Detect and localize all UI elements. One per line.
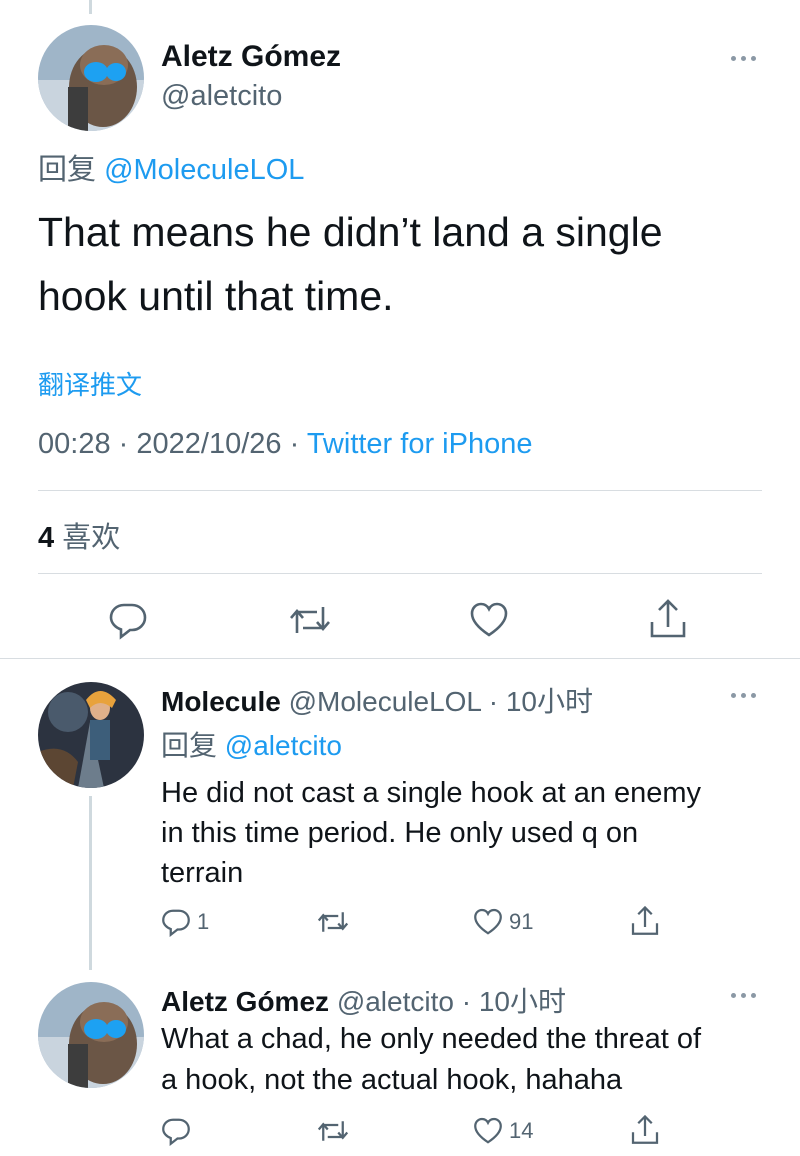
divider [38, 490, 762, 491]
more-icon[interactable] [731, 693, 756, 698]
reply-text-line: in this time period. He only used q on [161, 817, 639, 849]
reply-author-handle[interactable]: @aletcito [337, 986, 454, 1017]
likes-summary[interactable]: 4 喜欢 [38, 514, 120, 556]
tweet-source[interactable]: Twitter for iPhone [307, 428, 533, 460]
reply-context: 回复 @aletcito [161, 724, 342, 764]
author-handle[interactable]: @aletcito [161, 80, 282, 113]
avatar[interactable] [38, 982, 144, 1088]
tweet-text-line: That means he didn’t land a single [38, 209, 663, 255]
divider [38, 573, 762, 574]
avatar[interactable] [38, 682, 144, 788]
reply-text-line: What a chad, he only needed the threat o… [161, 1023, 702, 1055]
retweet-icon [290, 607, 330, 633]
like-count: 14 [509, 1118, 534, 1143]
reply-count: 1 [197, 909, 210, 934]
retweet-icon [317, 1121, 349, 1141]
reply-button[interactable]: 1 [161, 907, 209, 937]
translate-link[interactable]: 翻译推文 [38, 365, 142, 402]
reply-author-name[interactable]: Molecule [161, 686, 281, 717]
avatar-image [38, 982, 144, 1088]
reply-text-line: a hook, not the actual hook, hahaha [161, 1064, 623, 1096]
divider [0, 658, 800, 659]
reply-to-link[interactable]: @aletcito [225, 730, 342, 761]
reply-time[interactable]: · 10小时 [489, 686, 593, 717]
share-icon [650, 599, 686, 638]
reply-header: Molecule @MoleculeLOL · 10小时 [161, 680, 593, 720]
avatar-image [38, 25, 144, 131]
like-icon [474, 908, 502, 935]
reply-author-handle[interactable]: @MoleculeLOL [289, 686, 481, 717]
reply-context: 回复 @MoleculeLOL [38, 146, 304, 188]
reply-to-link[interactable]: @MoleculeLOL [104, 154, 304, 186]
share-icon [631, 905, 659, 935]
share-icon [631, 1114, 659, 1144]
retweet-icon [317, 912, 349, 932]
thread-line-top [89, 0, 92, 14]
reply-icon [109, 603, 147, 640]
share-button[interactable] [630, 1114, 660, 1146]
like-button[interactable]: 91 [473, 907, 533, 937]
like-button[interactable]: 14 [473, 1116, 533, 1146]
reply-header: Aletz Gómez @aletcito · 10小时 [161, 980, 566, 1020]
tweet-time[interactable]: 00:28 [38, 428, 111, 460]
reply-author-name[interactable]: Aletz Gómez [161, 986, 329, 1017]
reply-text: He did not cast a single hook at an enem… [161, 773, 701, 893]
thread-line [89, 796, 92, 970]
share-button[interactable] [648, 598, 688, 640]
share-button[interactable] [630, 905, 660, 937]
avatar-image [38, 682, 144, 788]
reply-button[interactable] [108, 600, 148, 640]
reply-icon [162, 909, 190, 937]
reply-text-line: terrain [161, 857, 244, 889]
reply-icon [162, 1118, 190, 1146]
avatar[interactable] [38, 25, 144, 131]
tweet-meta: 00:28 · 2022/10/26 · Twitter for iPhone [38, 428, 532, 461]
like-button[interactable] [469, 600, 509, 640]
tweet-text: That means he didn’t land a single hook … [38, 200, 663, 328]
retweet-button[interactable] [288, 600, 332, 640]
reply-prefix: 回复 [161, 730, 218, 761]
reply-time[interactable]: · 10小时 [462, 986, 566, 1017]
reply-prefix: 回复 [38, 154, 97, 186]
like-count: 91 [509, 909, 534, 934]
more-icon[interactable] [731, 993, 756, 998]
author-name[interactable]: Aletz Gómez [161, 40, 341, 74]
likes-count: 4 [38, 522, 55, 554]
retweet-button[interactable] [316, 907, 350, 937]
like-icon [470, 602, 508, 637]
reply-button[interactable] [161, 1116, 191, 1146]
like-icon [474, 1117, 502, 1144]
retweet-button[interactable] [316, 1116, 350, 1146]
more-icon[interactable] [731, 56, 756, 61]
reply-text-line: He did not cast a single hook at an enem… [161, 777, 702, 809]
likes-label: 喜欢 [62, 522, 121, 554]
tweet-text-line: hook until that time. [38, 273, 394, 319]
meta-separator: · [289, 428, 300, 460]
tweet-date[interactable]: 2022/10/26 [136, 428, 281, 460]
meta-separator: · [118, 428, 129, 460]
reply-text: What a chad, he only needed the threat o… [161, 1019, 701, 1101]
